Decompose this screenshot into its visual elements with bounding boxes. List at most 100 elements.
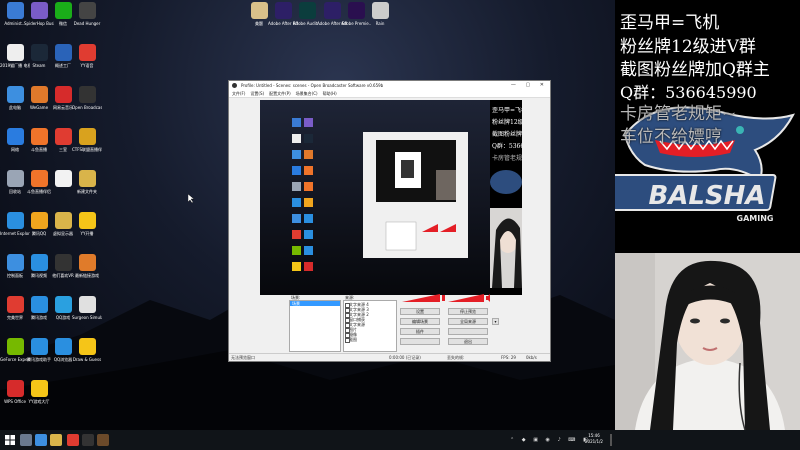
desktop-icon-label: YY游戏大厅 xyxy=(28,399,50,404)
app-icon xyxy=(250,2,268,19)
streamer-webcam-image xyxy=(615,253,800,430)
app-icon xyxy=(54,128,72,145)
status-left: 无法预览窗口 xyxy=(231,355,255,360)
app-icon xyxy=(78,296,96,313)
app-icon xyxy=(371,2,389,19)
desktop-icon[interactable]: Rain xyxy=(365,2,395,26)
obs-window[interactable]: Profile: Untitled - Scenes: scenes - Ope… xyxy=(228,80,551,362)
logo-text: BALSHA xyxy=(648,181,765,211)
app-icon xyxy=(6,338,24,355)
app-icon xyxy=(54,170,72,187)
settings-button[interactable]: 设置 xyxy=(400,308,440,315)
app-icon xyxy=(30,128,48,145)
taskbar-app-icon[interactable] xyxy=(97,434,109,446)
desktop-icon-label: Rain xyxy=(375,21,385,26)
menu-scene-collection[interactable]: 场景集合(C) xyxy=(296,90,318,97)
svg-text:Q群：536645990: Q群：536645990 xyxy=(492,142,522,150)
desktop-icon-label: Draw & Guess xyxy=(72,357,102,362)
desktop-icon[interactable]: 新建文件夹 xyxy=(72,170,102,194)
svg-text:卡房管老规矩~: 卡房管老规矩~ xyxy=(492,154,522,162)
stream-overlay: 歪马甲=飞机 粉丝牌12级进V群 截图粉丝牌加Q群主 Q群：536645990 … xyxy=(615,0,800,430)
obs-titlebar[interactable]: Profile: Untitled - Scenes: scenes - Ope… xyxy=(229,81,550,90)
app-icon xyxy=(6,170,24,187)
source-item[interactable]: 截图 xyxy=(344,337,396,343)
preview-overlay-text: 歪马甲=飞机 粉丝牌12级进V群 截图粉丝牌加Q群主 Q群：536645990 … xyxy=(490,100,545,295)
scene-item[interactable]: 场景 xyxy=(290,301,340,306)
taskbar-app-icon[interactable] xyxy=(67,434,79,446)
app-icon xyxy=(78,86,96,103)
app-icon xyxy=(30,254,48,271)
desktop-icon[interactable]: YY游戏大厅 xyxy=(24,380,54,404)
desktop-icon[interactable]: YY语音 xyxy=(72,44,102,68)
desktop-icon-label: YY开播 xyxy=(80,231,94,236)
app-icon xyxy=(54,212,72,229)
desktop-icon[interactable]: Surgeon Simulator 2 xyxy=(72,296,102,320)
desktop-icon-label: Surgeon Simulator 2 xyxy=(72,315,102,320)
preview-render: 歪马甲=飞机 粉丝牌12级进V群 截图粉丝牌加Q群主 Q群：536645990 … xyxy=(260,100,545,295)
dropdown-arrow-button[interactable]: ▾ xyxy=(492,318,499,325)
menu-profile[interactable]: 配置文件(P) xyxy=(269,90,291,97)
taskbar-app-icon[interactable] xyxy=(50,434,62,446)
app-icon xyxy=(30,380,48,397)
taskbar-app-icon[interactable] xyxy=(20,434,32,446)
desktop-icon-label: 新建文件夹 xyxy=(77,189,97,194)
global-sources-button[interactable]: 全局来源 xyxy=(448,318,488,325)
audio-meters xyxy=(402,294,490,302)
app-icon xyxy=(78,254,96,271)
desktop-icon-label: Dead Hunger xyxy=(73,21,101,26)
app-icon xyxy=(54,254,72,271)
desktop-icon[interactable]: YY开播 xyxy=(72,212,102,236)
show-desktop-button[interactable] xyxy=(610,434,612,446)
menu-file[interactable]: 文件(F) xyxy=(232,90,245,97)
app-icon xyxy=(30,296,48,313)
taskbar-app-icon[interactable] xyxy=(35,434,47,446)
taskbar-app-icon[interactable] xyxy=(82,434,94,446)
stop-preview-button[interactable]: 停止预览 xyxy=(448,308,488,315)
app-icon xyxy=(30,338,48,355)
status-time: 0:00:00 (已记录) xyxy=(389,355,421,360)
menu-help[interactable]: 帮助(H) xyxy=(323,90,337,97)
app-icon xyxy=(78,2,96,19)
app-icon xyxy=(54,338,72,355)
obs-title: Profile: Untitled - Scenes: scenes - Ope… xyxy=(241,83,384,88)
app-icon xyxy=(78,338,96,355)
app-icon xyxy=(323,2,341,19)
clock[interactable]: 15:46 2021/1/2 xyxy=(585,433,603,445)
app-icon xyxy=(6,380,24,397)
status-fps: FPS: 29 xyxy=(501,355,516,360)
app-icon xyxy=(347,2,365,19)
svg-text:截图粉丝牌加Q群主: 截图粉丝牌加Q群主 xyxy=(492,130,522,138)
app-icon xyxy=(54,2,72,19)
overlay-line-1: 歪马甲=飞机 xyxy=(620,13,720,33)
edit-scene-button[interactable]: 编辑场景 xyxy=(400,318,440,325)
obs-preview: 歪马甲=飞机 粉丝牌12级进V群 截图粉丝牌加Q群主 Q群：536645990 … xyxy=(260,100,545,295)
menu-settings[interactable]: 设置(S) xyxy=(250,90,264,97)
scenes-list[interactable]: 场景 xyxy=(289,300,341,352)
app-icon xyxy=(6,254,24,271)
system-tray-icons[interactable]: ⌃ ◆ ▣ ◉ ♪ ⌨ ◧ xyxy=(510,437,591,443)
desktop-icon[interactable]: Open Broadcast... xyxy=(72,86,102,110)
desktop-icon[interactable]: Draw & Guess xyxy=(72,338,102,362)
plugins-button[interactable]: 插件 xyxy=(400,328,440,335)
taskbar: ⌃ ◆ ▣ ◉ ♪ ⌨ ◧ 15:46 2021/1/2 xyxy=(0,430,800,450)
app-icon xyxy=(54,86,72,103)
status-bitrate: 0kb/s xyxy=(526,355,537,360)
desktop-icon[interactable]: 最新链接游戏 xyxy=(72,254,102,278)
app-icon xyxy=(6,2,24,19)
app-icon xyxy=(6,128,24,145)
desktop: Administ...SpiderHop Business微信Dead Hung… xyxy=(0,0,615,430)
windows-start-icon[interactable] xyxy=(5,435,15,445)
window-controls[interactable]: — ▢ ✕ xyxy=(511,81,548,90)
record-button[interactable] xyxy=(400,338,440,345)
desktop-icon[interactable]: Dead Hunger xyxy=(72,2,102,26)
exit-button[interactable]: 退出 xyxy=(448,338,488,345)
desktop-icon-label: YY语音 xyxy=(80,63,94,68)
svg-text:粉丝牌12级进V群: 粉丝牌12级进V群 xyxy=(492,118,522,126)
obs-controls-area: 场景: 场景 来源: 文字来源 4 文字来源 3 文字来源 2 窗口捕获 文字来源 图片摄… xyxy=(229,294,550,353)
sources-list[interactable]: 文字来源 4 文字来源 3 文字来源 2 窗口捕获 文字来源 图片 摄像 截图 xyxy=(343,300,397,352)
app-icon xyxy=(78,128,96,145)
disabled-button xyxy=(448,328,488,335)
overlay-line-6: 车位不给嫖哼 xyxy=(620,127,722,147)
app-icon xyxy=(6,296,24,313)
desktop-icon[interactable]: CTFS联盟直播伴侣 xyxy=(72,128,102,152)
